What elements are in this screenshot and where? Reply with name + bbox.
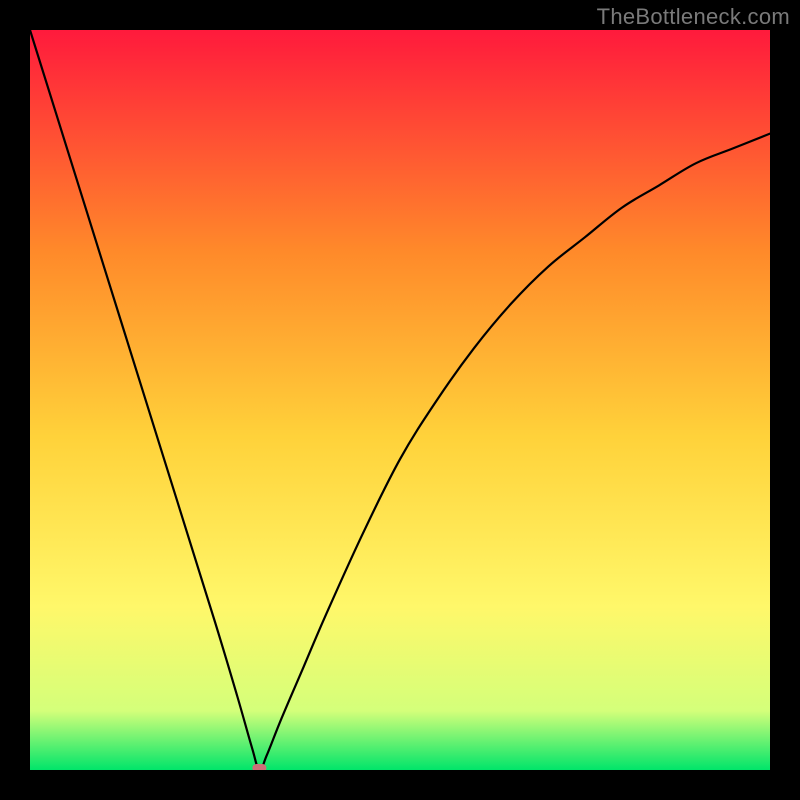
gradient-background [30,30,770,770]
minimum-marker [252,764,266,770]
chart-frame: TheBottleneck.com [0,0,800,800]
bottleneck-chart [30,30,770,770]
watermark-text: TheBottleneck.com [597,4,790,30]
